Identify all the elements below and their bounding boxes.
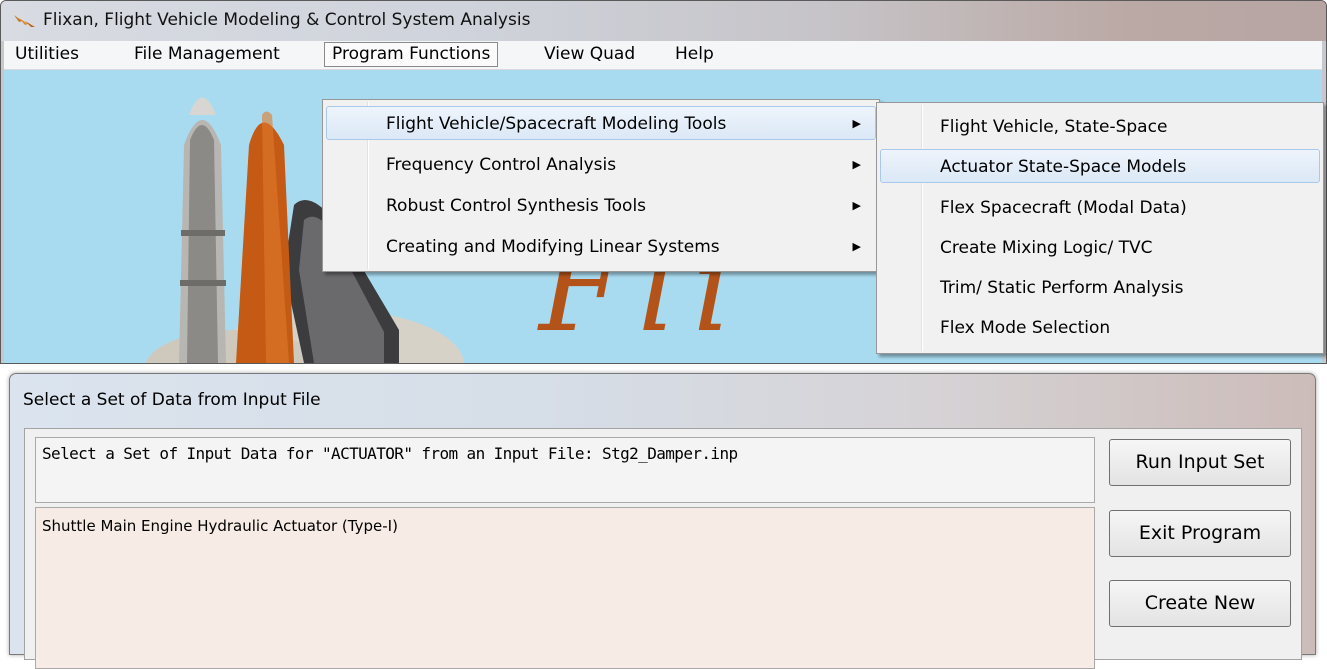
menu-item-robust-control[interactable]: Robust Control Synthesis Tools ▶ — [326, 188, 876, 222]
program-functions-menu: Flight Vehicle/Spacecraft Modeling Tools… — [322, 99, 880, 272]
select-data-dialog: Select a Set of Data from Input File Sel… — [9, 373, 1316, 669]
modeling-tools-submenu: Flight Vehicle, State-Space Actuator Sta… — [876, 102, 1324, 354]
menu-item-label: Creating and Modifying Linear Systems — [386, 237, 720, 257]
submenu-item-mixing-logic[interactable]: Create Mixing Logic/ TVC — [880, 230, 1320, 264]
window-title: Flixan, Flight Vehicle Modeling & Contro… — [43, 10, 531, 30]
menu-item-label: Frequency Control Analysis — [386, 155, 617, 175]
menu-item-modeling-tools[interactable]: Flight Vehicle/Spacecraft Modeling Tools… — [326, 106, 876, 140]
menu-program-functions[interactable]: Program Functions — [324, 42, 499, 67]
input-file-header-text: Select a Set of Input Data for "ACTUATOR… — [42, 444, 738, 463]
submenu-arrow-icon: ▶ — [852, 240, 861, 253]
dialog-panel: Select a Set of Input Data for "ACTUATOR… — [24, 428, 1302, 669]
menu-file-management[interactable]: File Management — [127, 42, 287, 67]
submenu-item-actuator-models[interactable]: Actuator State-Space Models — [880, 149, 1320, 183]
menu-view-quad[interactable]: View Quad — [537, 42, 642, 67]
input-file-header: Select a Set of Input Data for "ACTUATOR… — [35, 437, 1095, 503]
title-bar: Flixan, Flight Vehicle Modeling & Contro… — [1, 1, 1326, 41]
create-new-button[interactable]: Create New — [1109, 580, 1291, 627]
dialog-title: Select a Set of Data from Input File — [23, 390, 321, 410]
menu-item-label: Flight Vehicle/Spacecraft Modeling Tools — [386, 114, 727, 134]
submenu-arrow-icon: ▶ — [852, 117, 861, 130]
submenu-arrow-icon: ▶ — [852, 199, 861, 212]
submenu-item-flex-mode-selection[interactable]: Flex Mode Selection — [880, 310, 1320, 344]
submenu-item-flex-spacecraft[interactable]: Flex Spacecraft (Modal Data) — [880, 190, 1320, 224]
list-item[interactable]: Shuttle Main Engine Hydraulic Actuator (… — [42, 517, 398, 535]
menu-item-frequency-analysis[interactable]: Frequency Control Analysis ▶ — [326, 147, 876, 181]
submenu-item-trim-analysis[interactable]: Trim/ Static Perform Analysis — [880, 270, 1320, 304]
submenu-item-flight-vehicle[interactable]: Flight Vehicle, State-Space — [880, 109, 1320, 143]
flixan-app-icon — [14, 15, 35, 27]
menu-utilities[interactable]: Utilities — [8, 42, 86, 67]
input-set-list[interactable]: Shuttle Main Engine Hydraulic Actuator (… — [35, 507, 1095, 669]
menu-item-linear-systems[interactable]: Creating and Modifying Linear Systems ▶ — [326, 229, 876, 263]
exit-program-button[interactable]: Exit Program — [1109, 510, 1291, 557]
menu-item-label: Robust Control Synthesis Tools — [386, 196, 647, 216]
menu-bar: Utilities File Management Program Functi… — [4, 41, 1322, 70]
submenu-arrow-icon: ▶ — [852, 158, 861, 171]
menu-help[interactable]: Help — [668, 42, 721, 67]
run-input-set-button[interactable]: Run Input Set — [1109, 439, 1291, 486]
